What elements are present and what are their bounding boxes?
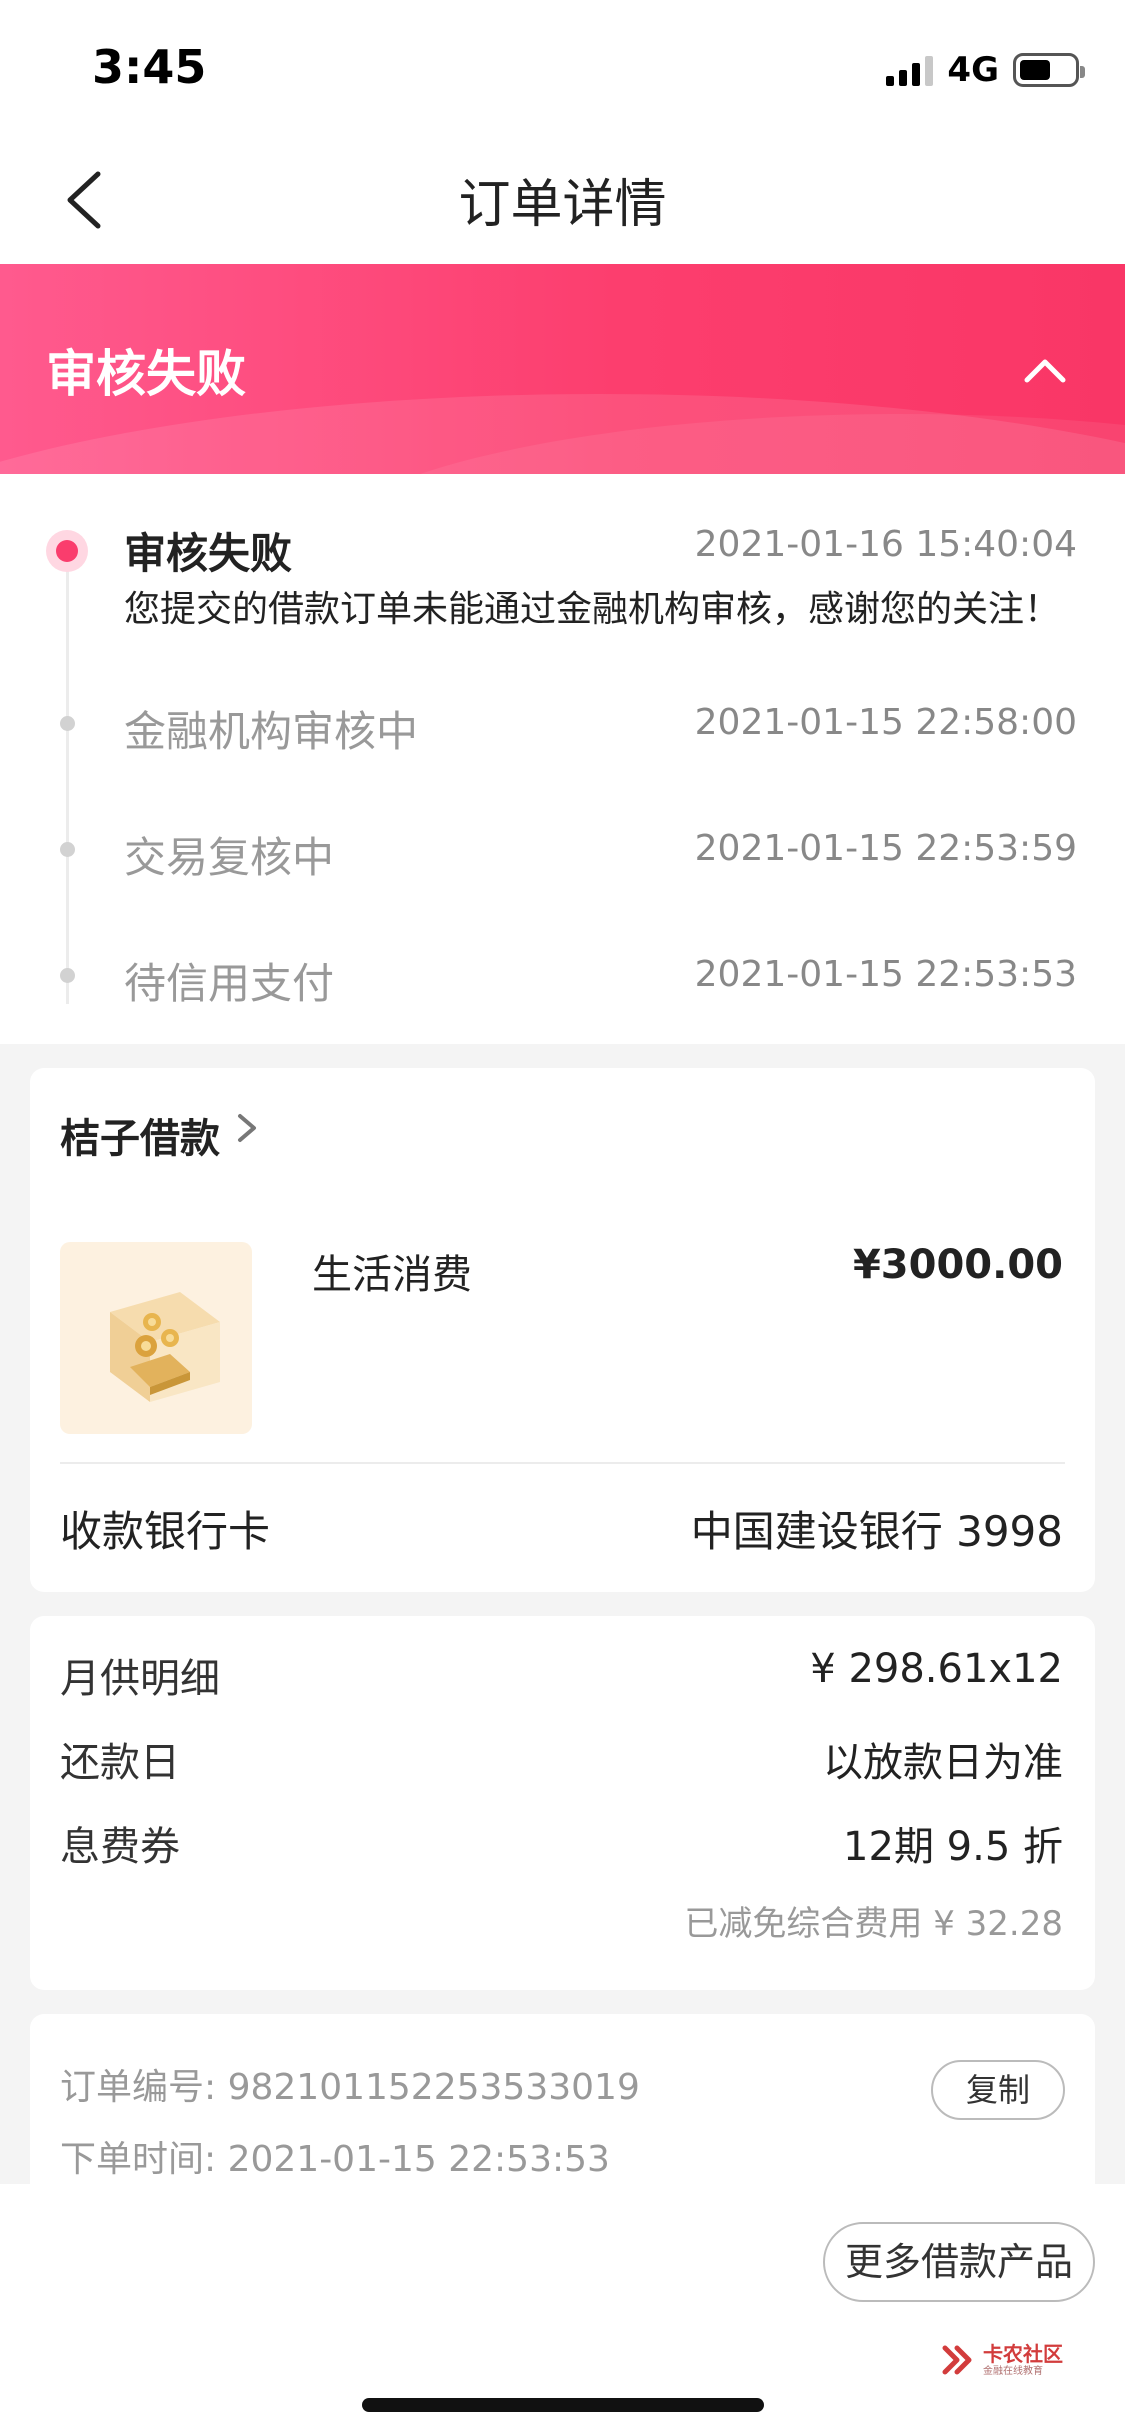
timeline-status: 金融机构审核中 [124,707,419,756]
loan-card: 桔子借款 生活消费 ¥3000.00 收款银行卡 中国建设银行 3998 [30,1068,1095,1592]
collapse-toggle[interactable] [1013,338,1077,402]
order-number: 订单编号: 982101152253533019 [60,2067,640,2108]
coupon-discount-note: 已减免综合费用 ¥ 32.28 [684,1904,1063,1944]
status-timeline: 审核失败 2021-01-16 15:40:04 您提交的借款订单未能通过金融机… [0,474,1125,1044]
banner-status-title: 审核失败 [46,345,246,403]
status-time: 3:45 [92,40,207,94]
home-indicator[interactable] [362,2398,764,2412]
coupon-value: 12期 9.5 折 [843,1824,1063,1870]
timeline-dot [60,842,75,857]
timeline-status: 交易复核中 [124,833,335,882]
watermark-logo-icon [942,2345,972,2375]
due-date-label: 还款日 [60,1740,180,1786]
bank-card-value: 中国建设银行 3998 [690,1507,1063,1556]
timeline-status: 审核失败 [124,529,293,578]
network-label: 4G [947,50,999,90]
product-image [60,1242,252,1434]
loan-amount: ¥3000.00 [852,1242,1063,1288]
repayment-card: 月供明细 ¥ 298.61x12 还款日 以放款日为准 息费券 12期 9.5 … [30,1616,1095,1990]
timeline-line [66,544,69,1004]
watermark-subtitle: 金融在线教育 [983,2365,1043,2377]
coupon-label: 息费券 [60,1824,180,1870]
due-date-value: 以放款日为准 [823,1740,1063,1786]
loan-product-link[interactable]: 桔子借款 [60,1106,220,1164]
battery-icon [1013,53,1085,87]
chevron-up-icon [1024,359,1066,383]
divider [60,1462,1065,1464]
timeline-active-dot [46,530,88,572]
monthly-payment-value: ¥ 298.61x12 [810,1646,1063,1692]
bottom-area: 更多借款产品 卡农社区 金融在线教育 [0,2184,1125,2436]
status-indicators: 4G [886,46,1085,94]
timeline-status: 待信用支付 [124,959,335,1008]
chevron-right-icon [238,1114,256,1142]
status-banner: 审核失败 [0,264,1125,474]
timeline-time: 2021-01-15 22:58:00 [694,702,1077,743]
copy-button[interactable]: 复制 [931,2060,1065,2120]
timeline-dot [60,716,75,731]
timeline-description: 您提交的借款订单未能通过金融机构审核，感谢您的关注！ [124,589,1061,630]
timeline-time: 2021-01-16 15:40:04 [694,524,1077,565]
order-time: 下单时间: 2021-01-15 22:53:53 [60,2139,610,2180]
loan-purpose: 生活消费 [312,1252,472,1298]
more-loan-products-button[interactable]: 更多借款产品 [823,2222,1095,2302]
watermark: 卡农社区 金融在线教育 [941,2342,1063,2378]
monthly-payment-label: 月供明细 [60,1656,220,1702]
watermark-name: 卡农社区 [983,2341,1063,2366]
bank-card-label: 收款银行卡 [60,1507,271,1556]
timeline-time: 2021-01-15 22:53:59 [694,828,1077,869]
signal-icon [886,54,934,86]
status-bar: 3:45 4G [0,0,1125,132]
nav-bar: 订单详情 [0,132,1125,264]
timeline-dot [60,968,75,983]
timeline-time: 2021-01-15 22:53:53 [694,954,1077,995]
page-title: 订单详情 [458,175,667,235]
